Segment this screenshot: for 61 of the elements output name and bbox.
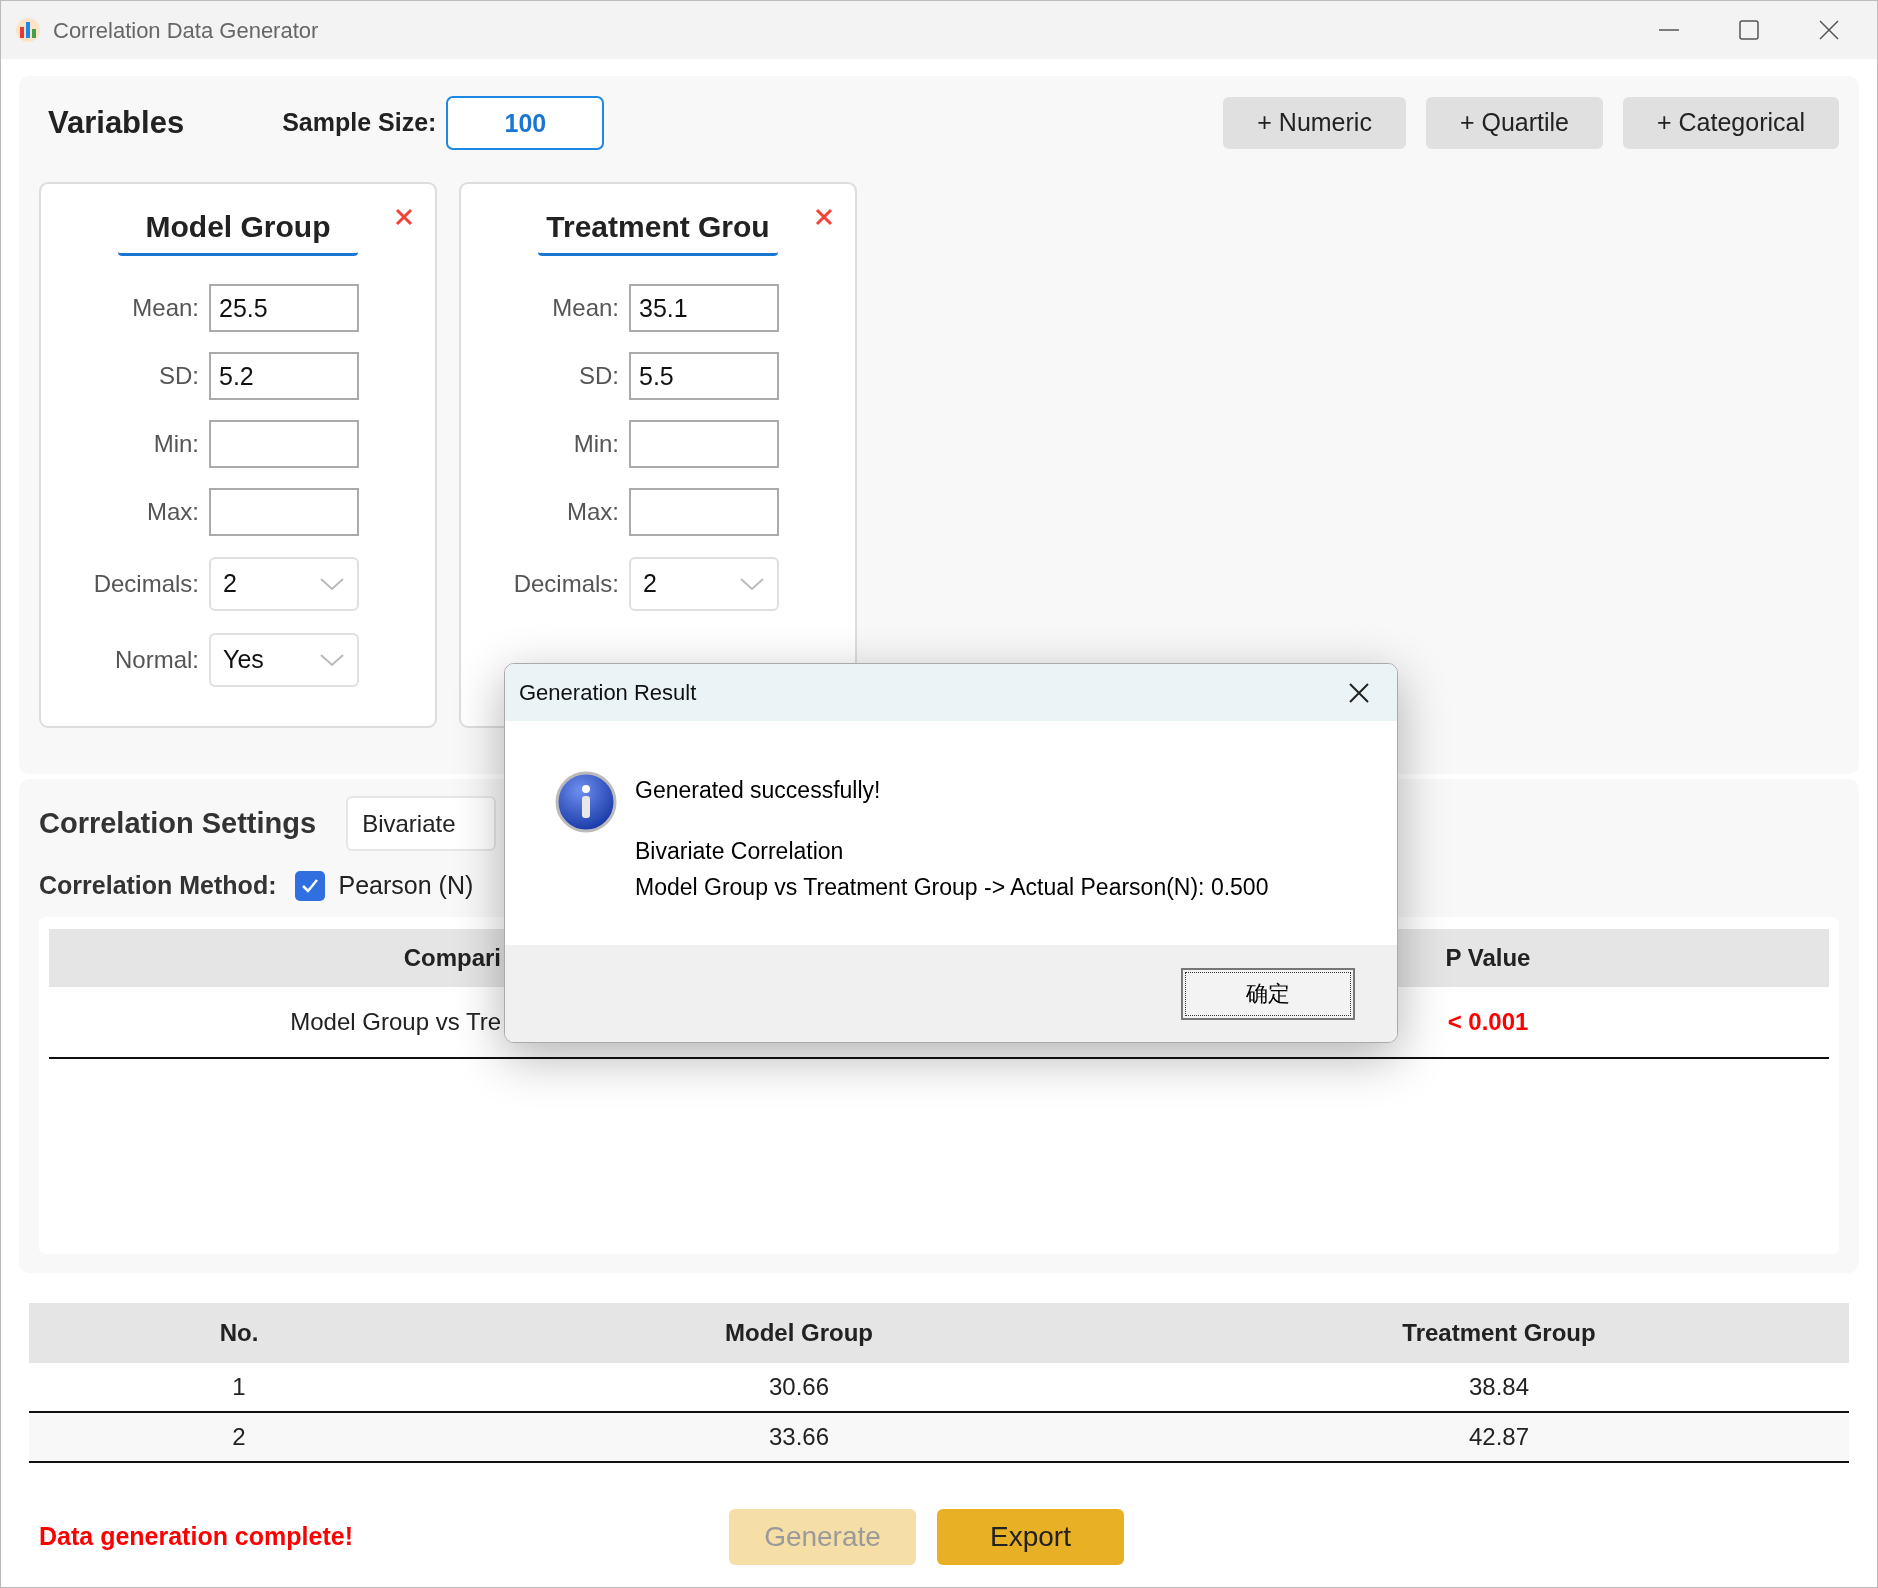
dialog-title: Generation Result xyxy=(519,679,697,707)
maximize-icon[interactable] xyxy=(1739,20,1759,40)
close-icon xyxy=(1349,682,1369,703)
section-title: Correlation Settings xyxy=(39,805,317,841)
checkbox-label: Pearson (N) xyxy=(338,870,474,901)
app-icon xyxy=(15,17,41,43)
field-label: Correlation Method: xyxy=(39,870,277,901)
field-label: Min: xyxy=(572,429,619,459)
table-cell: 33.66 xyxy=(449,1413,1149,1463)
checkbox[interactable] xyxy=(294,870,325,901)
variable-name[interactable]: Model Group xyxy=(118,204,358,256)
table-cell: 42.87 xyxy=(1149,1413,1849,1463)
input-field[interactable] xyxy=(629,488,779,536)
column-header: Treatment Group xyxy=(1149,1303,1849,1363)
dropdown[interactable]: 2 xyxy=(629,557,779,611)
column-header: Model Group xyxy=(449,1303,1149,1363)
dropdown[interactable]: Bivariate xyxy=(346,796,497,851)
add-variable-button[interactable]: + Numeric xyxy=(1223,97,1406,149)
caret-icon xyxy=(319,575,345,593)
remove-button[interactable] xyxy=(815,208,833,226)
dialog-message: Generated successfully! xyxy=(635,776,882,805)
field-label: Decimals: xyxy=(512,569,619,599)
field-label: SD: xyxy=(578,361,619,391)
dialog-message: Model Group vs Treatment Group -> Actual Pearson(N): 0.500 xyxy=(635,873,1269,902)
remove-button[interactable] xyxy=(395,208,413,226)
section-title: Variables xyxy=(48,103,185,142)
caret-icon xyxy=(739,575,765,593)
field-label: Mean: xyxy=(131,293,199,323)
input-field[interactable]: 25.5 xyxy=(209,284,359,332)
close-icon[interactable] xyxy=(1819,20,1839,40)
input-field[interactable]: 35.1 xyxy=(629,284,779,332)
field-label: Max: xyxy=(566,497,619,527)
input-field[interactable]: 5.5 xyxy=(629,352,779,400)
field-label: Min: xyxy=(152,429,199,459)
close-icon xyxy=(395,208,413,226)
window-title: Correlation Data Generator xyxy=(53,16,319,45)
dropdown[interactable]: Yes xyxy=(209,633,359,687)
dropdown[interactable]: 2 xyxy=(209,557,359,611)
dialog-message: Bivariate Correlation xyxy=(635,836,845,866)
field-label: Normal: xyxy=(114,645,199,675)
action-button[interactable]: Export xyxy=(937,1509,1124,1565)
field-label: Decimals: xyxy=(92,569,199,599)
sample-size-field[interactable]: 100 xyxy=(446,96,605,150)
add-variable-button[interactable]: + Quartile xyxy=(1425,97,1603,149)
field-label: Max: xyxy=(146,497,199,527)
caret-icon xyxy=(319,651,345,669)
table-cell: 2 xyxy=(29,1413,449,1463)
field-label: SD: xyxy=(158,361,199,391)
close-icon xyxy=(815,208,833,226)
field-label: Mean: xyxy=(551,293,619,323)
status-message: Data generation complete! xyxy=(39,1521,354,1553)
variable-name[interactable]: Treatment Grou xyxy=(538,204,778,256)
input-field[interactable] xyxy=(629,420,779,468)
input-field[interactable] xyxy=(209,420,359,468)
column-header: No. xyxy=(29,1303,449,1363)
input-field[interactable] xyxy=(209,488,359,536)
ok-button[interactable]: 确定 xyxy=(1181,967,1355,1020)
add-variable-button[interactable]: + Categorical xyxy=(1623,97,1839,149)
info-icon xyxy=(555,771,617,833)
input-field[interactable]: 5.2 xyxy=(209,352,359,400)
field-label: Sample Size: xyxy=(282,107,437,139)
